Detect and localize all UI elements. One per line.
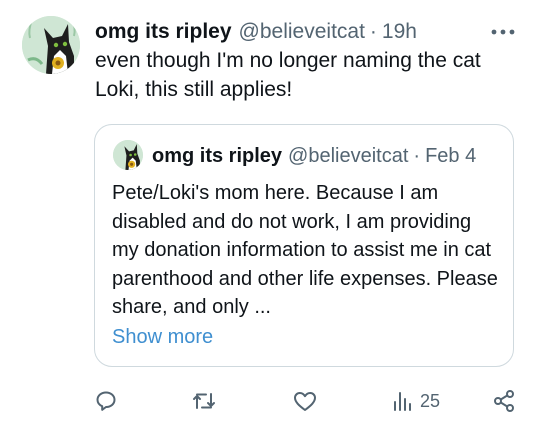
tweet-header: omg its ripley @believeitcat · 19h <box>95 18 417 46</box>
author-name[interactable]: omg its ripley <box>95 18 232 46</box>
reply-icon <box>96 391 116 411</box>
avatar[interactable] <box>22 16 80 74</box>
tweet-action-bar: 25 <box>0 386 540 416</box>
quoted-tweet-card[interactable]: omg its ripley @believeitcat · Feb 4 Pet… <box>94 124 514 367</box>
quoted-tweet-header: omg its ripley @believeitcat · Feb 4 <box>152 142 476 170</box>
more-options-button[interactable] <box>488 22 518 42</box>
separator-dot: · <box>369 20 377 43</box>
author-handle[interactable]: @believeitcat <box>239 18 365 46</box>
views-count: 25 <box>420 390 441 411</box>
reply-button[interactable] <box>94 386 118 416</box>
quoted-avatar[interactable] <box>113 140 143 170</box>
show-more-link[interactable]: Show more <box>112 323 213 351</box>
quoted-tweet-text: Pete/Loki's mom here. Because I am disab… <box>112 182 498 318</box>
share-button[interactable] <box>492 386 516 416</box>
cat-avatar-image <box>113 140 143 170</box>
retweet-icon <box>193 393 215 409</box>
share-icon <box>494 390 514 412</box>
views-button[interactable]: 25 <box>392 386 440 416</box>
like-button[interactable] <box>292 386 318 416</box>
heart-icon <box>294 392 316 411</box>
quoted-author-name[interactable]: omg its ripley <box>152 142 282 170</box>
tweet-text: even though I'm no longer naming the cat… <box>95 49 481 101</box>
retweet-button[interactable] <box>191 386 217 416</box>
tweet-timestamp[interactable]: 19h <box>382 18 417 46</box>
more-dots-icon <box>491 29 515 35</box>
cat-avatar-image <box>22 16 80 74</box>
views-chart-icon <box>394 392 411 411</box>
separator-dot: · <box>413 145 421 167</box>
quoted-author-handle[interactable]: @believeitcat <box>288 142 408 170</box>
quoted-tweet-date[interactable]: Feb 4 <box>425 142 476 170</box>
